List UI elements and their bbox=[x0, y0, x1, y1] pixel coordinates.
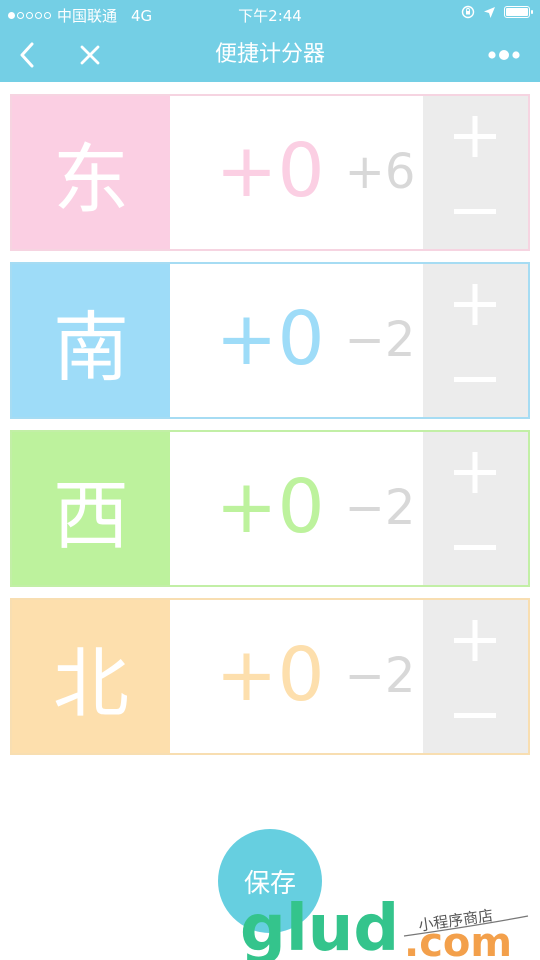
score-stepper bbox=[423, 432, 528, 585]
score-stepper bbox=[423, 96, 528, 249]
app-header: 中国联通 4G 下午2:44 便捷计分器 bbox=[0, 0, 540, 82]
decrement-button[interactable] bbox=[423, 509, 528, 585]
plus-icon bbox=[454, 116, 496, 157]
seat-label-west: 西 bbox=[12, 432, 170, 585]
round-delta[interactable]: +0 bbox=[210, 294, 330, 384]
increment-button[interactable] bbox=[423, 600, 528, 676]
player-row-east: 东 +0 +6 bbox=[10, 94, 530, 251]
minus-icon bbox=[454, 377, 496, 382]
plus-icon bbox=[454, 452, 496, 493]
player-row-south: 南 +0 −2 bbox=[10, 262, 530, 419]
navigation-bar: 便捷计分器 bbox=[0, 28, 540, 82]
seat-label-north: 北 bbox=[12, 600, 170, 753]
decrement-button[interactable] bbox=[423, 677, 528, 753]
more-button[interactable] bbox=[480, 28, 528, 82]
location-arrow-icon bbox=[484, 6, 495, 18]
plus-icon bbox=[454, 284, 496, 325]
increment-button[interactable] bbox=[423, 264, 528, 340]
decrement-button[interactable] bbox=[423, 341, 528, 417]
minus-icon bbox=[454, 545, 496, 550]
seat-label-south: 南 bbox=[12, 264, 170, 417]
score-board: 东 +0 +6 南 +0 −2 西 +0 −2 北 +0 −2 bbox=[10, 94, 530, 766]
score-stepper bbox=[423, 264, 528, 417]
status-time: 下午2:44 bbox=[238, 7, 302, 25]
round-delta[interactable]: +0 bbox=[210, 462, 330, 552]
watermark-logo: glud .com 小程序商店 bbox=[240, 892, 529, 960]
increment-button[interactable] bbox=[423, 96, 528, 172]
total-score: −2 bbox=[344, 648, 416, 704]
decrement-button[interactable] bbox=[423, 173, 528, 249]
total-score: −2 bbox=[344, 480, 416, 536]
minus-icon bbox=[454, 209, 496, 214]
more-dots-icon bbox=[488, 50, 520, 60]
minus-icon bbox=[454, 713, 496, 718]
round-delta[interactable]: +0 bbox=[210, 126, 330, 216]
player-row-west: 西 +0 −2 bbox=[10, 430, 530, 587]
seat-label-east: 东 bbox=[12, 96, 170, 249]
total-score: −2 bbox=[344, 312, 416, 368]
page-title: 便捷计分器 bbox=[214, 42, 325, 67]
battery-icon bbox=[504, 6, 533, 18]
orientation-lock-icon bbox=[461, 5, 475, 19]
plus-icon bbox=[454, 620, 496, 661]
watermark-text: glud bbox=[240, 892, 399, 960]
round-delta[interactable]: +0 bbox=[210, 630, 330, 720]
total-score: +6 bbox=[344, 144, 416, 200]
player-row-north: 北 +0 −2 bbox=[10, 598, 530, 755]
status-bar: 中国联通 4G 下午2:44 bbox=[0, 0, 540, 28]
increment-button[interactable] bbox=[423, 432, 528, 508]
score-stepper bbox=[423, 600, 528, 753]
